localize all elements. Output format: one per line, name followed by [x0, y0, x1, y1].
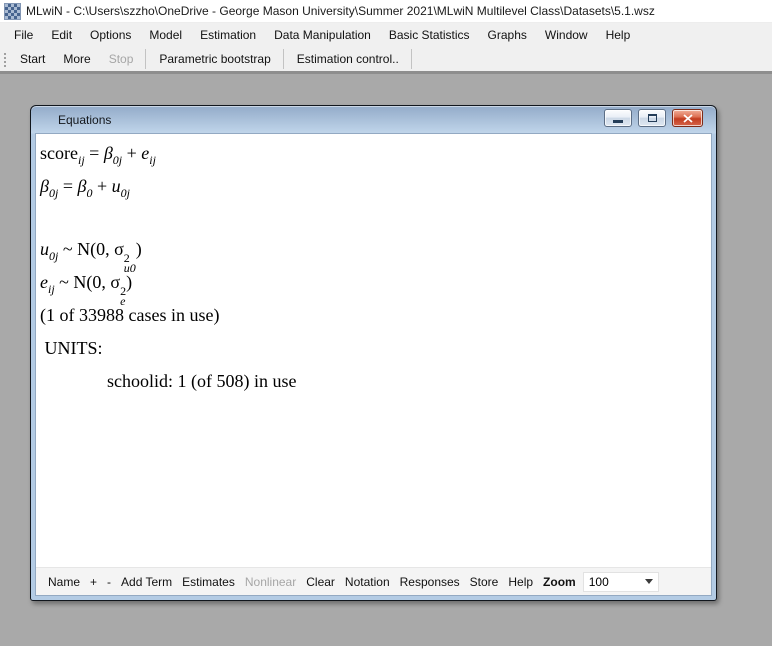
- equations-toolbar-button-store[interactable]: Store: [465, 575, 504, 589]
- menu-item-basic-statistics[interactable]: Basic Statistics: [380, 23, 479, 47]
- toolbar-button-parametric-bootstrap[interactable]: Parametric bootstrap: [150, 49, 283, 69]
- toolbar-button-start[interactable]: Start: [11, 49, 54, 69]
- menu-bar: FileEditOptionsModelEstimationData Manip…: [0, 23, 772, 47]
- toolbar-button-more[interactable]: More: [54, 49, 99, 69]
- equations-window-title: Equations: [58, 113, 111, 127]
- equation-response[interactable]: scoreij = β0j + eij: [40, 137, 711, 170]
- zoom-level-value: 100: [589, 575, 609, 589]
- menu-item-estimation[interactable]: Estimation: [191, 23, 265, 47]
- equations-toolbar-button-nonlinear: Nonlinear: [240, 575, 301, 589]
- equations-toolbar-buttons: Name+-Add TermEstimatesNonlinearClearNot…: [43, 575, 581, 589]
- equations-window: Equations s: [30, 105, 717, 601]
- equation-intercept[interactable]: β0j = β0 + u0j: [40, 170, 711, 203]
- estimation-toolbar: StartMoreStopParametric bootstrapEstimat…: [0, 47, 772, 71]
- equations-toolbar-button-minus[interactable]: -: [102, 575, 116, 589]
- minimize-icon: [613, 120, 623, 123]
- cases-in-use-text: (1 of 33988 cases in use): [40, 299, 711, 332]
- equations-toolbar-button-responses[interactable]: Responses: [395, 575, 465, 589]
- chevron-down-icon: [645, 579, 653, 584]
- equations-toolbar-button-name[interactable]: Name: [43, 575, 85, 589]
- equations-toolbar: Name+-Add TermEstimatesNonlinearClearNot…: [36, 567, 711, 595]
- maximize-icon: [648, 114, 657, 122]
- units-heading: UNITS:: [40, 332, 711, 365]
- menu-item-window[interactable]: Window: [536, 23, 597, 47]
- equations-window-titlebar[interactable]: Equations: [35, 106, 712, 133]
- toolbar-grip-handle[interactable]: [3, 51, 8, 67]
- equations-toolbar-button-zoom[interactable]: Zoom: [538, 575, 581, 589]
- menu-item-graphs[interactable]: Graphs: [479, 23, 536, 47]
- units-schoolid-text: schoolid: 1 (of 508) in use: [40, 365, 711, 398]
- equation-level2-variance[interactable]: u0j ~ N(0, σ2u0): [40, 233, 711, 266]
- mlwin-application: MLwiN - C:\Users\szzho\OneDrive - George…: [0, 0, 772, 646]
- close-button[interactable]: [672, 109, 703, 127]
- equations-toolbar-button-clear[interactable]: Clear: [301, 575, 340, 589]
- equations-toolbar-button-estimates[interactable]: Estimates: [177, 575, 240, 589]
- menu-item-help[interactable]: Help: [597, 23, 640, 47]
- menu-item-model[interactable]: Model: [140, 23, 191, 47]
- toolbar-button-estimation-control[interactable]: Estimation control..: [288, 49, 412, 69]
- toolbar-buttons: StartMoreStopParametric bootstrapEstimat…: [11, 49, 416, 69]
- equation-level1-variance[interactable]: eij ~ N(0, σ2e): [40, 266, 711, 299]
- main-window-title: MLwiN - C:\Users\szzho\OneDrive - George…: [26, 4, 655, 18]
- close-icon: [682, 114, 694, 123]
- equations-window-body: scoreij = β0j + eijβ0j = β0 + u0j u0j ~ N…: [35, 133, 712, 596]
- menu-item-data-manipulation[interactable]: Data Manipulation: [265, 23, 380, 47]
- mlwin-app-icon: [5, 4, 20, 19]
- menu-item-file[interactable]: File: [5, 23, 42, 47]
- equations-toolbar-button-help[interactable]: Help: [503, 575, 538, 589]
- window-caption-buttons: [604, 109, 703, 127]
- equations-canvas: scoreij = β0j + eijβ0j = β0 + u0j u0j ~ N…: [36, 134, 711, 567]
- minimize-button[interactable]: [604, 109, 632, 127]
- menu-item-options[interactable]: Options: [81, 23, 140, 47]
- equations-toolbar-button-plus[interactable]: +: [85, 575, 102, 589]
- mdi-client-area: Equations s: [0, 71, 772, 646]
- maximize-button[interactable]: [638, 109, 666, 127]
- equations-toolbar-button-notation[interactable]: Notation: [340, 575, 395, 589]
- zoom-level-combobox[interactable]: 100: [583, 572, 659, 592]
- equations-toolbar-button-add-term[interactable]: Add Term: [116, 575, 177, 589]
- toolbar-button-stop: Stop: [100, 49, 147, 69]
- menu-item-edit[interactable]: Edit: [42, 23, 81, 47]
- main-titlebar: MLwiN - C:\Users\szzho\OneDrive - George…: [0, 0, 772, 23]
